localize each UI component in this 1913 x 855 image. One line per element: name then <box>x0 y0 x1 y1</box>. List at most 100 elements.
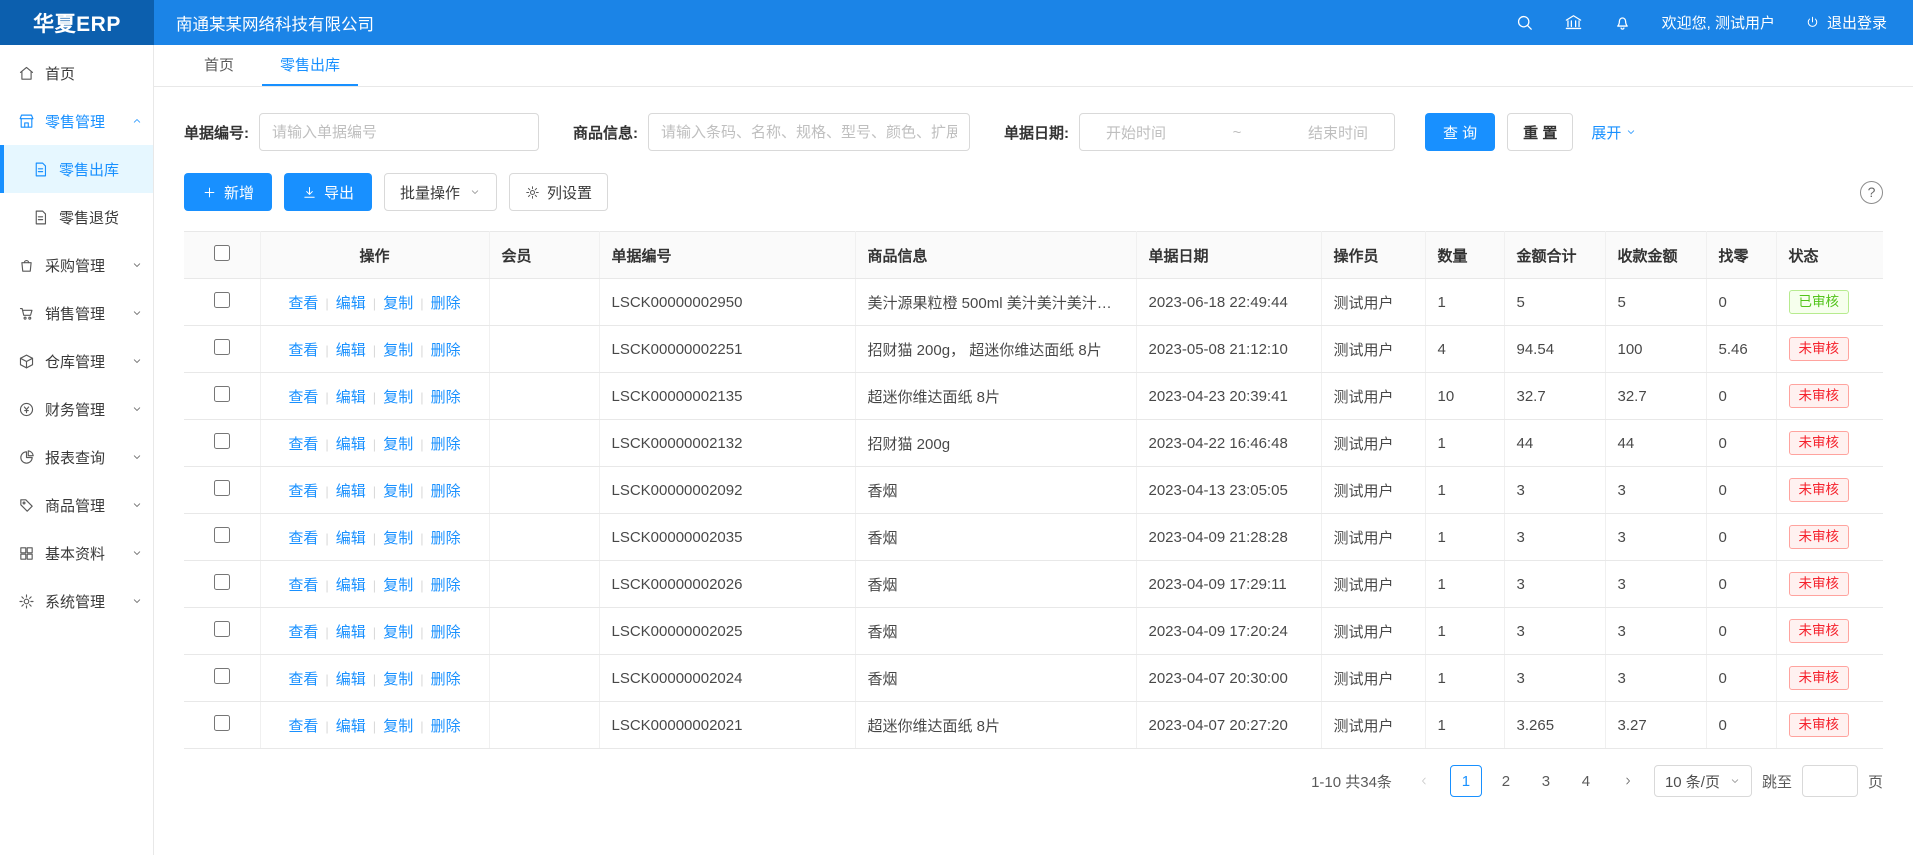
sidebar-item-home[interactable]: 首页 <box>0 49 153 97</box>
row-action-edit[interactable]: 编辑 <box>336 718 366 735</box>
row-action-edit[interactable]: 编辑 <box>336 295 366 312</box>
app: 华夏ERP 南通某某网络科技有限公司 欢迎您, 测试用户 退出登录 首页零售管理… <box>0 0 1913 855</box>
page-button-4[interactable]: 4 <box>1570 765 1602 797</box>
row-action-view[interactable]: 查看 <box>288 295 318 312</box>
jump-page-input[interactable] <box>1802 765 1858 797</box>
sidebar-item-sale[interactable]: 销售管理 <box>0 289 153 337</box>
row-action-view[interactable]: 查看 <box>288 436 318 453</box>
next-page-button[interactable] <box>1612 765 1644 797</box>
row-action-edit[interactable]: 编辑 <box>336 671 366 688</box>
sidebar-item-retail-return[interactable]: 零售退货 <box>0 193 153 241</box>
sidebar-item-basic[interactable]: 基本资料 <box>0 529 153 577</box>
page-button-3[interactable]: 3 <box>1530 765 1562 797</box>
row-action-copy[interactable]: 复制 <box>383 718 413 735</box>
row-checkbox[interactable] <box>214 668 230 684</box>
page-button-2[interactable]: 2 <box>1490 765 1522 797</box>
row-action-edit[interactable]: 编辑 <box>336 577 366 594</box>
row-action-edit[interactable]: 编辑 <box>336 436 366 453</box>
table-wrap: 操作会员单据编号商品信息单据日期操作员数量金额合计收款金额找零状态查看|编辑|复… <box>154 211 1913 749</box>
logout-button[interactable]: 退出登录 <box>1805 12 1887 33</box>
row-action-copy[interactable]: 复制 <box>383 436 413 453</box>
tab-retail-out[interactable]: 零售出库 <box>262 45 358 86</box>
chevron-down-icon <box>131 595 143 607</box>
sidebar-item-report[interactable]: 报表查询 <box>0 433 153 481</box>
row-action-view[interactable]: 查看 <box>288 530 318 547</box>
row-checkbox[interactable] <box>214 715 230 731</box>
row-action-view[interactable]: 查看 <box>288 342 318 359</box>
row-action-edit[interactable]: 编辑 <box>336 624 366 641</box>
table-row: 查看|编辑|复制|删除LSCK00000002251招财猫 200g， 超迷你维… <box>184 326 1883 373</box>
row-action-delete[interactable]: 删除 <box>431 530 461 547</box>
row-checkbox[interactable] <box>214 292 230 308</box>
goods-cell: 香烟 <box>855 514 1136 561</box>
row-checkbox[interactable] <box>214 480 230 496</box>
row-action-view[interactable]: 查看 <box>288 389 318 406</box>
column-header: 状态 <box>1776 232 1883 279</box>
row-action-delete[interactable]: 删除 <box>431 436 461 453</box>
row-action-copy[interactable]: 复制 <box>383 342 413 359</box>
sidebar-item-finance[interactable]: 财务管理 <box>0 385 153 433</box>
row-action-edit[interactable]: 编辑 <box>336 389 366 406</box>
chevron-down-icon <box>131 307 143 319</box>
prev-page-button[interactable] <box>1408 765 1440 797</box>
reset-button[interactable]: 重 置 <box>1507 113 1573 151</box>
column-header: 会员 <box>489 232 599 279</box>
row-action-delete[interactable]: 删除 <box>431 342 461 359</box>
sidebar-item-retail[interactable]: 零售管理 <box>0 97 153 145</box>
row-action-delete[interactable]: 删除 <box>431 624 461 641</box>
batch-actions-button[interactable]: 批量操作 <box>384 173 497 211</box>
sidebar-item-goods[interactable]: 商品管理 <box>0 481 153 529</box>
sidebar-item-label: 首页 <box>45 63 75 84</box>
expand-link[interactable]: 展开 <box>1591 122 1637 143</box>
add-label: 新增 <box>224 182 254 203</box>
column-settings-button[interactable]: 列设置 <box>509 173 608 211</box>
row-action-copy[interactable]: 复制 <box>383 389 413 406</box>
row-action-copy[interactable]: 复制 <box>383 530 413 547</box>
sidebar-item-retail-out[interactable]: 零售出库 <box>0 145 153 193</box>
row-action-view[interactable]: 查看 <box>288 483 318 500</box>
row-action-edit[interactable]: 编辑 <box>336 342 366 359</box>
row-action-delete[interactable]: 删除 <box>431 718 461 735</box>
date-range-input[interactable]: 开始时间 ~ 结束时间 <box>1079 113 1395 151</box>
search-icon[interactable] <box>1515 13 1534 32</box>
export-button[interactable]: 导出 <box>284 173 372 211</box>
bill-no-input[interactable] <box>259 113 539 151</box>
row-action-view[interactable]: 查看 <box>288 671 318 688</box>
row-checkbox[interactable] <box>214 621 230 637</box>
action-separator: | <box>420 296 423 311</box>
select-all-checkbox[interactable] <box>214 245 230 261</box>
row-checkbox[interactable] <box>214 386 230 402</box>
goods-info-input[interactable] <box>648 113 970 151</box>
page-button-1[interactable]: 1 <box>1450 765 1482 797</box>
column-header: 收款金额 <box>1605 232 1706 279</box>
row-checkbox[interactable] <box>214 527 230 543</box>
row-action-copy[interactable]: 复制 <box>383 671 413 688</box>
page-size-select[interactable]: 10 条/页 <box>1654 765 1752 797</box>
help-icon[interactable]: ? <box>1860 181 1883 204</box>
row-action-copy[interactable]: 复制 <box>383 577 413 594</box>
row-action-view[interactable]: 查看 <box>288 577 318 594</box>
bank-icon[interactable] <box>1564 13 1583 32</box>
row-action-edit[interactable]: 编辑 <box>336 530 366 547</box>
sidebar-item-purchase[interactable]: 采购管理 <box>0 241 153 289</box>
row-action-edit[interactable]: 编辑 <box>336 483 366 500</box>
row-checkbox[interactable] <box>214 339 230 355</box>
row-action-view[interactable]: 查看 <box>288 624 318 641</box>
row-checkbox[interactable] <box>214 433 230 449</box>
row-action-copy[interactable]: 复制 <box>383 295 413 312</box>
notification-bell-icon[interactable] <box>1613 13 1632 32</box>
add-button[interactable]: 新增 <box>184 173 272 211</box>
row-action-delete[interactable]: 删除 <box>431 483 461 500</box>
sidebar-item-warehouse[interactable]: 仓库管理 <box>0 337 153 385</box>
row-action-view[interactable]: 查看 <box>288 718 318 735</box>
row-action-delete[interactable]: 删除 <box>431 671 461 688</box>
row-action-copy[interactable]: 复制 <box>383 483 413 500</box>
row-action-delete[interactable]: 删除 <box>431 577 461 594</box>
sidebar-item-system[interactable]: 系统管理 <box>0 577 153 625</box>
search-button[interactable]: 查 询 <box>1425 113 1495 151</box>
row-action-copy[interactable]: 复制 <box>383 624 413 641</box>
row-action-delete[interactable]: 删除 <box>431 389 461 406</box>
row-action-delete[interactable]: 删除 <box>431 295 461 312</box>
tab-home[interactable]: 首页 <box>186 45 252 86</box>
row-checkbox[interactable] <box>214 574 230 590</box>
